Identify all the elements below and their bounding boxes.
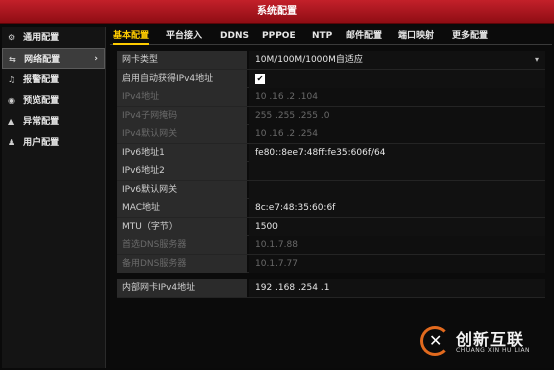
ipv6-gateway-input[interactable] — [249, 180, 545, 199]
ipv4-address-row: IPv4地址 10 .16 .2 .104 — [117, 88, 545, 107]
eye-icon: ◉ — [8, 96, 15, 105]
sidebar-item-label: 预览配置 — [23, 96, 60, 106]
dns1-input[interactable]: 10.1.7.88 — [249, 236, 545, 254]
user-icon: ♟ — [8, 138, 16, 147]
ipv6-gateway-label: IPv6默认网关 — [117, 180, 247, 199]
nic-type-value: 10M/100M/1000M自适应 — [255, 55, 363, 65]
tab-platform[interactable]: 平台接入 — [166, 27, 202, 45]
ipv4-address-label: IPv4地址 — [117, 88, 247, 106]
chevron-down-icon: ▾ — [534, 55, 539, 64]
tab-port-mapping[interactable]: 端口映射 — [398, 27, 434, 45]
mac-value: 8c:e7:48:35:60:6f — [249, 199, 545, 217]
dhcp-label: 启用自动获得IPv4地址 — [117, 69, 247, 88]
mtu-input[interactable]: 1500 — [249, 217, 545, 236]
nic-type-label: 网卡类型 — [117, 51, 247, 69]
tab-pppoe[interactable]: PPPOE — [262, 27, 296, 45]
sidebar-item-label: 异常配置 — [23, 117, 60, 127]
sidebar-item-preview[interactable]: ◉ 预览配置 — [2, 90, 105, 111]
sidebar-item-general[interactable]: ⚙ 通用配置 — [2, 27, 105, 48]
tab-bar: 基本配置 平台接入 DDNS PPPOE NTP 邮件配置 端口映射 更多配置 — [110, 27, 552, 45]
ipv6-address2-input[interactable] — [249, 162, 545, 180]
ipv6-address1-input[interactable]: fe80::8ee7:48ff:fe35:606f/64 — [249, 143, 545, 162]
dhcp-row: 启用自动获得IPv4地址 ✔ — [117, 69, 545, 88]
dns1-row: 首选DNS服务器 10.1.7.88 — [117, 236, 545, 255]
tab-ddns[interactable]: DDNS — [220, 27, 249, 45]
tab-ntp[interactable]: NTP — [312, 27, 332, 45]
mac-label: MAC地址 — [117, 199, 247, 217]
ipv4-mask-label: IPv4子网掩码 — [117, 106, 247, 125]
sidebar-item-label: 网络配置 — [24, 55, 61, 65]
internal-ipv4-label: 内部网卡IPv4地址 — [117, 279, 247, 297]
ipv4-address-input[interactable]: 10 .16 .2 .104 — [249, 88, 545, 106]
mtu-label: MTU（字节） — [117, 217, 247, 236]
ipv4-gateway-label: IPv4默认网关 — [117, 125, 247, 143]
nic-type-select[interactable]: 10M/100M/1000M自适应 ▾ — [249, 51, 545, 69]
watermark-subtext: CHUANG XIN HU LIAN — [456, 347, 531, 354]
dns1-label: 首选DNS服务器 — [117, 236, 247, 254]
sidebar-item-label: 用户配置 — [23, 138, 60, 148]
network-icon: ⇆ — [9, 55, 16, 64]
dhcp-checkbox[interactable]: ✔ — [255, 73, 265, 84]
network-form: 网卡类型 10M/100M/1000M自适应 ▾ 启用自动获得IPv4地址 ✔ … — [117, 51, 545, 298]
mtu-row: MTU（字节） 1500 — [117, 217, 545, 236]
sidebar-item-label: 通用配置 — [23, 33, 60, 43]
ipv6-address1-label: IPv6地址1 — [117, 143, 247, 162]
tab-more[interactable]: 更多配置 — [452, 27, 488, 45]
sidebar-item-exception[interactable]: ▲ 异常配置 — [2, 111, 105, 132]
internal-ipv4-row: 内部网卡IPv4地址 192 .168 .254 .1 — [117, 279, 545, 298]
ipv4-mask-row: IPv4子网掩码 255 .255 .255 .0 — [117, 106, 545, 125]
dhcp-field: ✔ — [249, 69, 545, 88]
dns2-row: 备用DNS服务器 10.1.7.77 — [117, 254, 545, 273]
sidebar-item-network[interactable]: ⇆ 网络配置 › — [2, 48, 105, 69]
warning-icon: ▲ — [8, 117, 15, 126]
nic-type-row: 网卡类型 10M/100M/1000M自适应 ▾ — [117, 51, 545, 70]
sidebar-item-user[interactable]: ♟ 用户配置 — [2, 132, 105, 153]
sidebar: ⚙ 通用配置 ⇆ 网络配置 › ♫ 报警配置 ◉ 预览配置 ▲ 异常配置 ♟ 用… — [2, 27, 106, 368]
tab-basic[interactable]: 基本配置 — [113, 27, 150, 45]
ipv4-gateway-input[interactable]: 10 .16 .2 .254 — [249, 125, 545, 143]
sidebar-item-label: 报警配置 — [23, 75, 60, 85]
ipv6-address2-row: IPv6地址2 — [117, 162, 545, 181]
window-title: 系统配置 — [0, 0, 554, 24]
ipv4-mask-input[interactable]: 255 .255 .255 .0 — [249, 106, 545, 125]
brand-logo-icon: ✕ — [420, 326, 450, 356]
ipv6-address1-row: IPv6地址1 fe80::8ee7:48ff:fe35:606f/64 — [117, 143, 545, 162]
ipv6-address2-label: IPv6地址2 — [117, 162, 247, 180]
chevron-right-icon: › — [94, 54, 98, 64]
main-panel: 基本配置 平台接入 DDNS PPPOE NTP 邮件配置 端口映射 更多配置 … — [110, 27, 552, 368]
watermark: ✕ 创新互联 CHUANG XIN HU LIAN — [420, 322, 550, 362]
gear-icon: ⚙ — [8, 33, 16, 42]
dns2-label: 备用DNS服务器 — [117, 254, 247, 273]
ipv4-gateway-row: IPv4默认网关 10 .16 .2 .254 — [117, 125, 545, 144]
mac-row: MAC地址 8c:e7:48:35:60:6f — [117, 199, 545, 218]
tab-email[interactable]: 邮件配置 — [346, 27, 382, 45]
dns2-input[interactable]: 10.1.7.77 — [249, 254, 545, 273]
internal-ipv4-input[interactable]: 192 .168 .254 .1 — [249, 279, 545, 297]
ipv6-gateway-row: IPv6默认网关 — [117, 180, 545, 199]
sidebar-item-alarm[interactable]: ♫ 报警配置 — [2, 69, 105, 90]
alarm-icon: ♫ — [8, 75, 16, 84]
